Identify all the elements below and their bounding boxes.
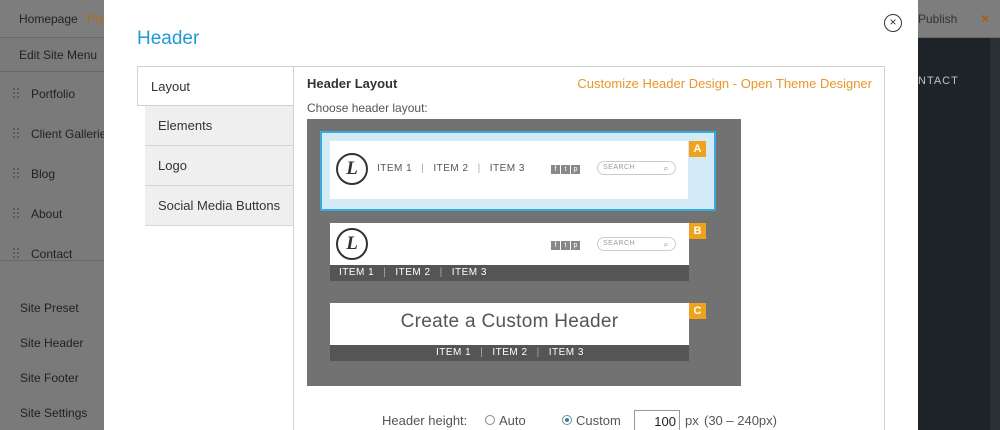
preview-nav-item: ITEM 1 — [377, 163, 413, 174]
edit-site-menu-button[interactable]: Edit Site Menu — [0, 38, 104, 72]
pinterest-icon: p — [571, 241, 580, 250]
preview-nav-bar: ITEM 1 | ITEM 2 | ITEM 3 — [330, 345, 689, 361]
sidebar-item-about[interactable]: About — [0, 195, 104, 235]
drag-handle-icon[interactable] — [12, 207, 21, 219]
twitter-icon: t — [561, 165, 570, 174]
logo-icon: L — [336, 228, 368, 260]
drag-handle-icon[interactable] — [12, 87, 21, 99]
preview-scrollbar[interactable] — [990, 38, 1000, 430]
preview-search-box: SEARCH ⌕ — [597, 237, 676, 251]
preview-nav-item: ITEM 3 — [548, 347, 584, 358]
drag-handle-icon[interactable] — [12, 167, 21, 179]
site-footer-link[interactable]: Site Footer — [0, 371, 104, 406]
site-preview: NTACT — [918, 38, 1000, 430]
pinterest-icon: p — [571, 165, 580, 174]
header-preview-bar: Create a Custom Header — [330, 303, 689, 345]
site-header-link[interactable]: Site Header — [0, 336, 104, 371]
drag-handle-icon[interactable] — [12, 127, 21, 139]
header-settings-modal: Header × Layout Elements Logo Social Med… — [104, 0, 918, 430]
tab-logo[interactable]: Logo — [145, 146, 294, 186]
facebook-icon: f — [551, 165, 560, 174]
layout-option-a[interactable]: L ITEM 1 | ITEM 2 | ITEM 3 ftp SEARCH ⌕ — [320, 131, 716, 211]
sidebar-divider — [0, 260, 104, 274]
custom-radio-label[interactable]: Custom — [576, 413, 621, 428]
unit-label: px — [685, 413, 699, 428]
social-icons: ftp — [551, 239, 581, 250]
auto-radio-label[interactable]: Auto — [499, 413, 526, 428]
preview-nav-item: ITEM 3 — [451, 267, 487, 278]
option-badge-c: C — [689, 303, 706, 319]
layout-options: L ITEM 1 | ITEM 2 | ITEM 3 ftp SEARCH ⌕ A — [307, 119, 741, 386]
homepage-link[interactable]: Homepage — [19, 12, 78, 26]
header-height-label: Header height: — [382, 413, 468, 428]
header-preview-bar: L ITEM 1 | ITEM 2 | ITEM 3 ftp SEARCH ⌕ — [330, 141, 688, 199]
social-icons: ftp — [551, 163, 581, 174]
close-icon[interactable]: × — [884, 14, 902, 32]
drag-handle-icon[interactable] — [12, 247, 21, 259]
publish-button[interactable]: Publish — [918, 12, 957, 26]
sidebar-item-label: About — [31, 207, 63, 221]
modal-title: Header — [137, 28, 200, 49]
search-icon: ⌕ — [663, 163, 669, 173]
preview-search-box: SEARCH ⌕ — [597, 161, 676, 175]
layout-option-b[interactable]: L ftp SEARCH ⌕ ITEM 1 | ITEM 2 | ITEM 3 — [330, 223, 689, 281]
exit-icon[interactable]: × — [981, 10, 989, 26]
header-preview-bar: L ftp SEARCH ⌕ — [330, 223, 689, 265]
header-height-input[interactable] — [634, 410, 680, 430]
preview-nav-item: ITEM 1 — [339, 267, 375, 278]
panel-title: Header Layout — [307, 76, 398, 91]
site-menu-sidebar: Edit Site Menu Portfolio Client Gallerie… — [0, 38, 104, 430]
auto-radio[interactable] — [485, 415, 495, 425]
preview-nav-item: ITEM 3 — [489, 163, 525, 174]
layout-option-c[interactable]: Create a Custom Header ITEM 1 | ITEM 2 | ITE… — [330, 303, 689, 361]
sidebar-item-portfolio[interactable]: Portfolio — [0, 75, 104, 115]
preview-nav-item: ITEM 1 — [436, 347, 472, 358]
preview-nav-bar: ITEM 1 | ITEM 2 | ITEM 3 — [330, 265, 689, 281]
sidebar-item-label: Contact — [31, 247, 73, 261]
sidebar-item-label: Blog — [31, 167, 56, 181]
option-badge-a: A — [689, 141, 706, 157]
tab-social-media-buttons[interactable]: Social Media Buttons — [145, 186, 294, 226]
facebook-icon: f — [551, 241, 560, 250]
search-icon: ⌕ — [663, 239, 669, 249]
height-range-label: (30 – 240px) — [704, 413, 777, 428]
preview-nav-item: ITEM 2 — [433, 163, 469, 174]
layout-panel: Header Layout Customize Header Design - … — [293, 66, 885, 430]
twitter-icon: t — [561, 241, 570, 250]
sidebar-item-client-galleries[interactable]: Client Galleries — [0, 115, 104, 155]
custom-radio[interactable] — [562, 415, 572, 425]
sidebar-item-label: Client Galleries — [31, 127, 104, 141]
option-badge-b: B — [689, 223, 706, 239]
preview-nav-items: ITEM 1 | ITEM 2 | ITEM 3 — [377, 163, 525, 174]
tab-layout[interactable]: Layout — [137, 66, 294, 106]
choose-layout-label: Choose header layout: — [307, 101, 428, 115]
tab-elements[interactable]: Elements — [145, 106, 294, 146]
custom-header-title: Create a Custom Header — [400, 311, 619, 332]
site-settings-link[interactable]: Site Settings — [0, 406, 104, 430]
preview-nav-item: ITEM 2 — [492, 347, 528, 358]
sidebar-item-label: Portfolio — [31, 87, 76, 101]
open-theme-designer-link[interactable]: Customize Header Design - Open Theme Des… — [577, 76, 872, 91]
preview-link[interactable]: Pre — [87, 12, 106, 26]
logo-icon: L — [336, 153, 368, 185]
preview-nav-item: ITEM 2 — [395, 267, 431, 278]
site-preset-link[interactable]: Site Preset — [0, 301, 104, 336]
sidebar-item-blog[interactable]: Blog — [0, 155, 104, 195]
preview-nav-contact: NTACT — [918, 75, 959, 87]
